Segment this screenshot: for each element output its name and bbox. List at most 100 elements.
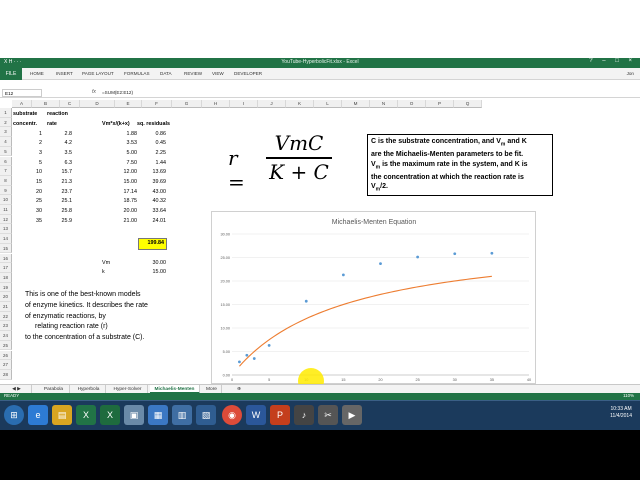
row-header[interactable]: 9 — [0, 185, 12, 196]
row-header[interactable]: 6 — [0, 156, 12, 167]
row-header[interactable]: 1 — [0, 108, 12, 118]
table-cell[interactable]: 25.1 — [46, 197, 73, 207]
k-label[interactable]: k — [102, 268, 105, 278]
table-cell[interactable]: 3.53 — [104, 139, 138, 149]
table-cell[interactable]: 5 — [12, 159, 42, 169]
start-orb-icon[interactable]: ⊞ — [4, 405, 24, 425]
row-header[interactable]: 27 — [0, 360, 12, 370]
michaelis-menten-chart[interactable]: Michaelis-Menten Equation 0.00 5.00 10.00 15… — [212, 212, 537, 385]
fx-icon[interactable]: fx — [92, 89, 96, 95]
file-explorer-icon[interactable]: ▤ — [52, 405, 72, 425]
row-header[interactable]: 13 — [0, 224, 12, 235]
table-cell[interactable]: 2 — [12, 139, 42, 149]
powerpoint-icon[interactable]: P — [270, 405, 290, 425]
row-header[interactable]: 18 — [0, 272, 12, 283]
column-header[interactable]: O — [398, 100, 426, 108]
row-header[interactable]: 19 — [0, 282, 12, 293]
tab-developer[interactable]: DEVELOPER — [234, 71, 262, 76]
window-controls[interactable]: ? – □ × — [589, 58, 636, 64]
table-cell[interactable]: 23.7 — [46, 188, 73, 198]
formula-input[interactable]: =SUM(E2:E12) — [102, 90, 133, 95]
table-cell[interactable]: 0.86 — [139, 130, 167, 140]
column-header[interactable]: D — [80, 100, 115, 108]
table-cell[interactable]: 24.01 — [139, 217, 167, 227]
table-cell[interactable]: 7.50 — [104, 159, 138, 169]
row-header[interactable]: 23 — [0, 321, 12, 332]
table-cell[interactable]: 5.00 — [104, 149, 138, 159]
chart-container[interactable]: Michaelis-Menten Equation 0.00 5.00 10.00 15… — [211, 211, 536, 384]
column-header[interactable]: K — [286, 100, 314, 108]
row-header[interactable]: 28 — [0, 369, 12, 380]
zoom-level[interactable]: 110% — [623, 393, 634, 398]
column-header[interactable]: M — [342, 100, 370, 108]
table-cell[interactable]: 21.3 — [46, 178, 73, 188]
row-header[interactable]: 8 — [0, 175, 12, 186]
row-header[interactable]: 7 — [0, 166, 12, 176]
column-header[interactable]: H — [202, 100, 230, 108]
media-icon[interactable]: ♪ — [294, 405, 314, 425]
file-tab[interactable]: FILE — [0, 68, 22, 80]
row-header[interactable]: 10 — [0, 195, 12, 205]
video-icon[interactable]: ▶ — [342, 405, 362, 425]
snipping-icon[interactable]: ✂ — [318, 405, 338, 425]
header-substrate-1[interactable]: substrate — [13, 110, 37, 120]
word-icon[interactable]: W — [246, 405, 266, 425]
row-header[interactable]: 26 — [0, 350, 12, 361]
column-header[interactable]: F — [142, 100, 172, 108]
column-header[interactable]: I — [230, 100, 258, 108]
row-header[interactable]: 25 — [0, 340, 12, 351]
app-icon-4[interactable]: ▧ — [196, 405, 216, 425]
header-residuals[interactable]: sq. residuals — [137, 120, 170, 130]
table-cell[interactable]: 0.45 — [139, 139, 167, 149]
row-header[interactable]: 22 — [0, 311, 12, 322]
column-header[interactable]: E — [115, 100, 142, 108]
header-model[interactable]: Vm*x/(k+x) — [102, 120, 130, 130]
table-cell[interactable]: 18.75 — [104, 197, 138, 207]
table-cell[interactable]: 15.00 — [104, 178, 138, 188]
header-rate-2[interactable]: rate — [47, 120, 57, 130]
tab-page-layout[interactable]: PAGE LAYOUT — [82, 71, 114, 76]
table-cell[interactable]: 21.00 — [104, 217, 138, 227]
user-name[interactable]: Jon — [627, 71, 634, 76]
chrome-icon[interactable]: ◉ — [222, 405, 242, 425]
table-cell[interactable]: 33.64 — [139, 207, 167, 217]
row-header[interactable]: 2 — [0, 117, 12, 128]
row-header[interactable]: 15 — [0, 243, 12, 254]
table-cell[interactable]: 13.69 — [139, 168, 167, 178]
table-cell[interactable]: 39.69 — [139, 178, 167, 188]
table-cell[interactable]: 25.9 — [46, 217, 73, 227]
row-header[interactable]: 17 — [0, 263, 12, 273]
table-cell[interactable]: 1 — [12, 130, 42, 140]
table-cell[interactable]: 15.7 — [46, 168, 73, 178]
header-substrate-2[interactable]: concentr. — [13, 120, 37, 130]
tab-formulas[interactable]: FORMULAS — [124, 71, 150, 76]
name-box[interactable]: E12 — [2, 89, 42, 97]
description-textbox[interactable]: This is one of the best-known models of … — [25, 290, 185, 348]
tab-insert[interactable]: INSERT — [56, 71, 73, 76]
table-cell[interactable]: 17.14 — [104, 188, 138, 198]
tab-home[interactable]: HOME — [30, 71, 44, 76]
table-cell[interactable]: 30 — [12, 207, 42, 217]
row-header[interactable]: 12 — [0, 214, 12, 225]
clock[interactable]: 10:33 AM 11/4/2014 — [610, 406, 632, 420]
column-header[interactable]: N — [370, 100, 398, 108]
sum-cell[interactable]: 199.84 — [138, 238, 167, 250]
row-header[interactable]: 20 — [0, 292, 12, 302]
table-cell[interactable]: 25.8 — [46, 207, 73, 217]
table-cell[interactable]: 43.00 — [139, 188, 167, 198]
column-header[interactable]: G — [172, 100, 202, 108]
table-cell[interactable]: 35 — [12, 217, 42, 227]
row-header[interactable]: 11 — [0, 205, 12, 215]
column-header[interactable]: J — [258, 100, 286, 108]
column-header[interactable]: B — [32, 100, 60, 108]
table-cell[interactable]: 6.3 — [46, 159, 73, 169]
excel-window-icon[interactable]: X — [100, 405, 120, 425]
row-header[interactable]: 3 — [0, 127, 12, 138]
table-cell[interactable]: 3 — [12, 149, 42, 159]
app-icon-2[interactable]: ▦ — [148, 405, 168, 425]
table-cell[interactable]: 2.8 — [46, 130, 73, 140]
table-cell[interactable]: 40.32 — [139, 197, 167, 207]
row-header[interactable]: 21 — [0, 302, 12, 312]
table-cell[interactable]: 20.00 — [104, 207, 138, 217]
tab-review[interactable]: REVIEW — [184, 71, 202, 76]
